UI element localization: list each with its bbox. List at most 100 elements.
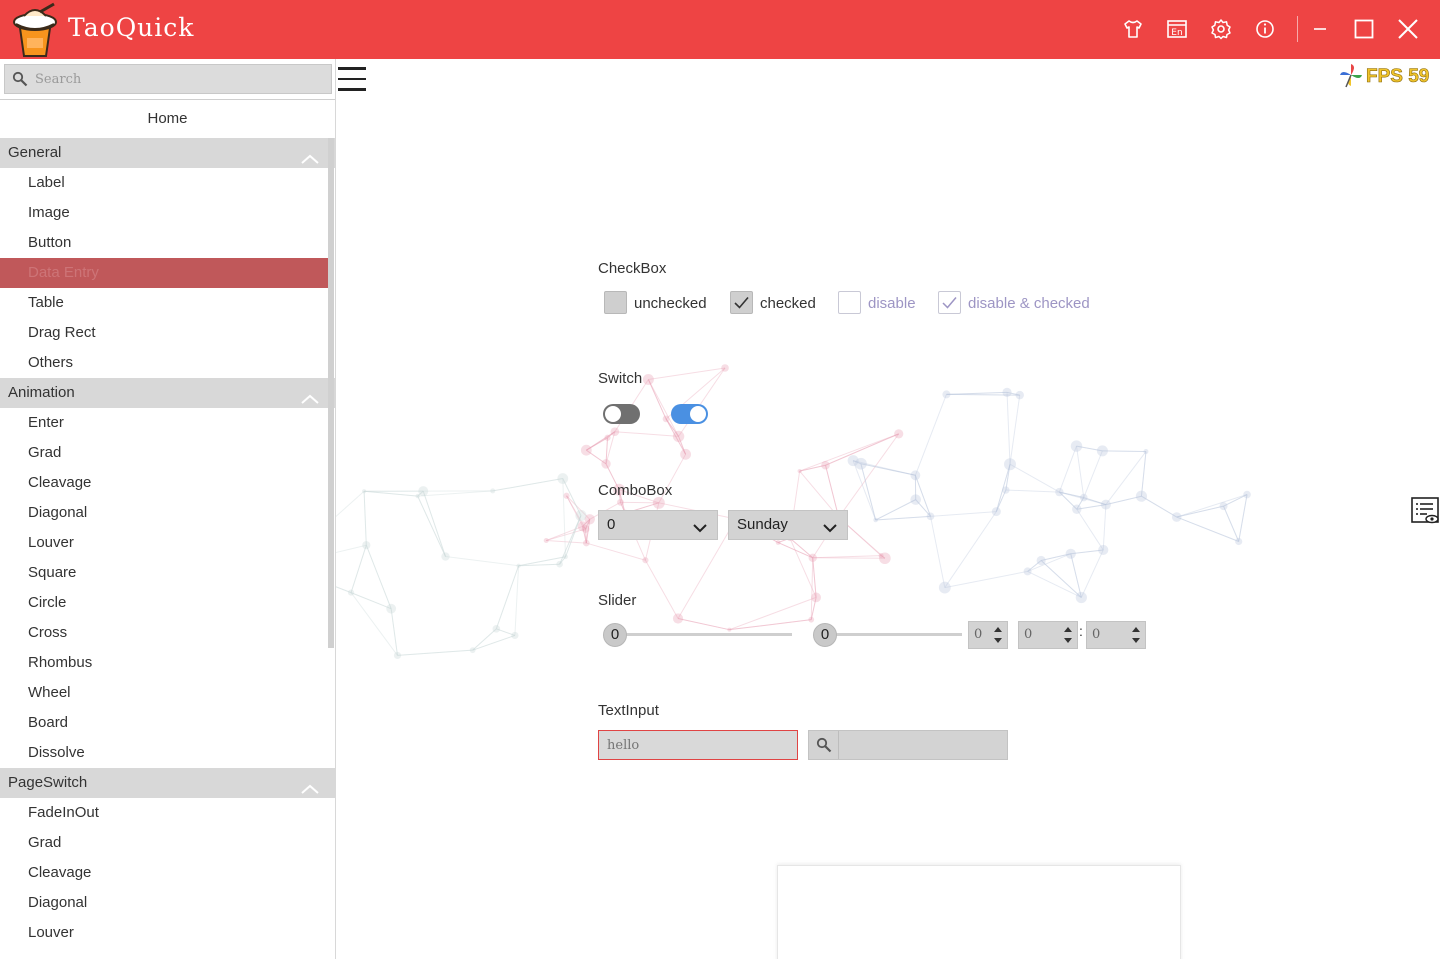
slider-handle[interactable]: 0 xyxy=(813,623,837,647)
content-area: FPS 59 CheckBox unchecked checked disabl… xyxy=(336,59,1440,959)
text-input[interactable] xyxy=(598,730,798,760)
minimize-icon[interactable] xyxy=(1305,14,1335,44)
menu-toggle-icon[interactable] xyxy=(338,67,366,91)
search-input[interactable] xyxy=(35,65,325,93)
spin-down-icon[interactable] xyxy=(1064,638,1072,643)
sidebar-item-label[interactable]: Label xyxy=(0,168,328,198)
sidebar-item-enter[interactable]: Enter xyxy=(0,408,328,438)
group-pageswitch[interactable]: PageSwitch xyxy=(0,768,335,798)
slider-track[interactable] xyxy=(616,633,792,636)
text-input-field[interactable] xyxy=(599,731,797,759)
language-badge: En xyxy=(1171,28,1182,38)
sidebar: Home General Label Image Button Data Ent… xyxy=(0,59,336,959)
search-icon xyxy=(12,71,28,92)
sidebar-item-louver[interactable]: Louver xyxy=(0,918,328,948)
slider-track[interactable] xyxy=(826,633,962,636)
sidebar-item-home[interactable]: Home xyxy=(0,104,335,134)
sidebar-item-board[interactable]: Board xyxy=(0,708,328,738)
checkbox-disabled-checked xyxy=(938,291,961,314)
sidebar-item-cleavage[interactable]: Cleavage xyxy=(0,468,328,498)
checkbox-checked[interactable] xyxy=(730,291,753,314)
bottom-panel xyxy=(777,865,1181,959)
close-icon[interactable] xyxy=(1393,14,1423,44)
sidebar-item-cleavage[interactable]: Cleavage xyxy=(0,858,328,888)
sidebar-item-circle[interactable]: Circle xyxy=(0,588,328,618)
app-title: TaoQuick xyxy=(68,13,195,42)
sidebar-item-data-entry[interactable]: Data Entry xyxy=(0,258,328,288)
spinbox[interactable]: 0 xyxy=(1086,621,1146,649)
sidebar-item-diagonal[interactable]: Diagonal xyxy=(0,888,328,918)
search-icon xyxy=(809,731,839,759)
chevron-down-icon xyxy=(693,520,707,538)
sidebar-item-others[interactable]: Others xyxy=(0,348,328,378)
checkbox-label: disable & checked xyxy=(968,295,1090,312)
sidebar-item-drag-rect[interactable]: Drag Rect xyxy=(0,318,328,348)
check-icon xyxy=(734,296,749,309)
switch-off[interactable] xyxy=(603,404,640,424)
sidebar-search[interactable] xyxy=(4,64,332,94)
title-bar: TaoQuick En xyxy=(0,0,1440,59)
switch-section-title: Switch xyxy=(598,370,643,387)
sidebar-item-grad[interactable]: Grad xyxy=(0,828,328,858)
sidebar-item-louver[interactable]: Louver xyxy=(0,528,328,558)
settings-icon[interactable] xyxy=(1206,14,1236,44)
group-general[interactable]: General xyxy=(0,138,335,168)
checkbox-section-title: CheckBox xyxy=(598,260,667,277)
spin-up-icon[interactable] xyxy=(994,627,1002,632)
spinbox[interactable]: 0 xyxy=(968,621,1008,649)
spinbox[interactable]: 0 xyxy=(1018,621,1078,649)
sidebar-scrollbar[interactable] xyxy=(328,138,334,648)
fps-label: FPS 59 xyxy=(1366,66,1430,88)
app-logo-icon xyxy=(10,2,60,58)
combobox-number[interactable]: 0 xyxy=(598,510,718,540)
group-label: PageSwitch xyxy=(8,774,88,791)
checkbox-label: checked xyxy=(760,295,816,312)
background-network-pattern xyxy=(336,364,1251,660)
spin-down-icon[interactable] xyxy=(1132,638,1140,643)
info-icon[interactable] xyxy=(1250,14,1280,44)
group-animation[interactable]: Animation xyxy=(0,378,335,408)
sidebar-item-fadeinout[interactable]: FadeInOut xyxy=(0,798,328,828)
sidebar-item-diagonal[interactable]: Diagonal xyxy=(0,498,328,528)
combobox-weekday[interactable]: Sunday xyxy=(728,510,848,540)
sidebar-divider xyxy=(0,99,335,100)
chevron-down-icon xyxy=(823,520,837,538)
toolbar-separator xyxy=(1297,16,1298,42)
skin-icon[interactable] xyxy=(1118,14,1148,44)
fps-indicator: FPS 59 xyxy=(1338,63,1430,89)
sidebar-item-dissolve[interactable]: Dissolve xyxy=(0,738,328,768)
sidebar-item-table[interactable]: Table xyxy=(0,288,328,318)
spin-up-icon[interactable] xyxy=(1064,627,1072,632)
combobox-value: 0 xyxy=(607,516,616,533)
checkbox-label: unchecked xyxy=(634,295,707,312)
checkbox-unchecked[interactable] xyxy=(604,291,627,314)
sidebar-item-square[interactable]: Square xyxy=(0,558,328,588)
spinbox-value: 0 xyxy=(974,627,983,642)
sidebar-item-button[interactable]: Button xyxy=(0,228,328,258)
combobox-value: Sunday xyxy=(737,516,788,533)
check-icon xyxy=(942,297,957,309)
group-label: Animation xyxy=(8,384,75,401)
pinwheel-icon xyxy=(1338,62,1364,93)
language-icon[interactable]: En xyxy=(1162,14,1192,44)
checkbox-disabled xyxy=(838,291,861,314)
sidebar-item-cross[interactable]: Cross xyxy=(0,618,328,648)
view-list-icon[interactable] xyxy=(1410,496,1440,526)
sidebar-item-wheel[interactable]: Wheel xyxy=(0,678,328,708)
checkbox-label: disable xyxy=(868,295,916,312)
slider-handle[interactable]: 0 xyxy=(603,623,627,647)
sidebar-item-image[interactable]: Image xyxy=(0,198,328,228)
time-separator: : xyxy=(1079,623,1083,639)
spin-up-icon[interactable] xyxy=(1132,627,1140,632)
maximize-icon[interactable] xyxy=(1349,14,1379,44)
group-label: General xyxy=(8,144,62,161)
combobox-section-title: ComboBox xyxy=(598,482,673,499)
sidebar-item-grad[interactable]: Grad xyxy=(0,438,328,468)
search-text-field[interactable] xyxy=(841,731,1001,759)
textinput-section-title: TextInput xyxy=(598,702,659,719)
search-text-input[interactable] xyxy=(808,730,1008,760)
switch-on[interactable] xyxy=(671,404,708,424)
spinbox-value: 0 xyxy=(1024,627,1033,642)
spin-down-icon[interactable] xyxy=(994,638,1002,643)
sidebar-item-rhombus[interactable]: Rhombus xyxy=(0,648,328,678)
